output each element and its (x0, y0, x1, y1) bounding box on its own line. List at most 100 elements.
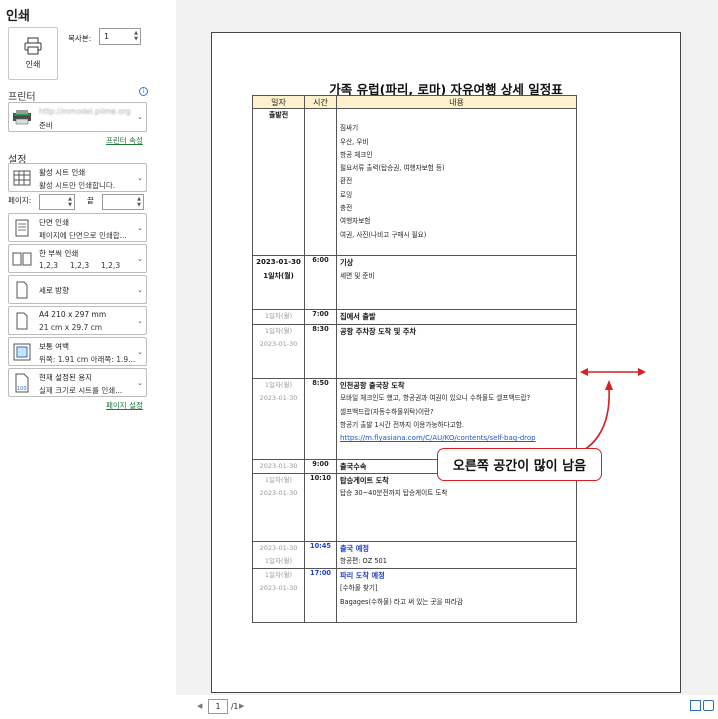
date-line: 1일차(월) (264, 476, 293, 485)
checklist-item: 여행자보험 (340, 217, 371, 226)
margins-select[interactable]: 보통 여백 위쪽: 1.91 cm 아래쪽: 1.9... ⌄ (8, 337, 147, 366)
print-what-subtitle: 활성 시트만 인쇄합니다. (39, 181, 116, 190)
item-line: 셀프백드랍(자동수하물위탁)이란? (340, 407, 434, 416)
paper-size-subtitle: 21 cm x 29.7 cm (39, 323, 103, 332)
date-cell: 1일차(월) 2023-01-30 (252, 323, 305, 379)
scaling-select[interactable]: 100 현재 설정된 용지 실제 크기로 시트를 인쇄... ⌄ (8, 368, 147, 397)
time-cell: 10:10 (304, 473, 337, 541)
printer-properties-link[interactable]: 프린터 속성 (106, 135, 143, 146)
time-cell: 8:50 (304, 377, 337, 460)
table-row: 출발전 짐싸기 우산, 우비 항공 체크인 필요서류 출력(탑승권, 여행자보험 등) 환… (252, 107, 577, 256)
sides-subtitle: 페이지에 단면으로 인쇄합... (39, 231, 127, 240)
printer-icon (24, 37, 42, 55)
date-line: 2023-01-30 (259, 461, 298, 470)
date-line-repeat (253, 432, 304, 445)
time-cell: 6:00 (304, 255, 337, 310)
printer-status: 준비 (39, 121, 53, 130)
chevron-down-icon: ⌄ (137, 173, 143, 182)
date-line: 1일차(월) (264, 380, 293, 389)
page-to-input[interactable]: ▲ ▼ (102, 194, 144, 210)
scaling-title: 현재 설정된 용지 (39, 373, 93, 382)
collate-select[interactable]: 한 부씩 인쇄 1,2,3 1,2,3 1,2,3 ⌄ (8, 244, 147, 273)
item-line: 모바일 체크인도 했고, 항공권과 여권이 있으니 수하물도 셀프백드랍? (340, 394, 531, 403)
item-line: 항공기 출발 1시간 전까지 이용가능하다고함. (340, 420, 464, 429)
print-what-select[interactable]: 활성 시트 인쇄 활성 시트만 인쇄합니다. ⌄ (8, 163, 147, 192)
print-settings-panel: 인쇄 인쇄 복사본: 1 ▲ ▼ 프린터 i http://mmodel.pilm… (0, 0, 156, 719)
collate-icon (12, 249, 32, 269)
zoom-to-page-icon[interactable] (703, 700, 714, 711)
chevron-down-icon: ⌄ (137, 378, 143, 387)
margins-subtitle: 위쪽: 1.91 cm 아래쪽: 1.9... (39, 355, 136, 364)
collate-title: 한 부씩 인쇄 (39, 249, 79, 258)
print-button[interactable]: 인쇄 (8, 27, 58, 80)
margins-title: 보통 여백 (39, 342, 69, 351)
date-line: 2023-01-30 (259, 584, 298, 593)
header-content: 내용 (336, 95, 577, 109)
date-line: 2023-01-30 (259, 543, 298, 552)
scaling-icon-text: 100 (17, 386, 27, 392)
header-time: 시간 (304, 95, 337, 109)
info-icon[interactable]: i (139, 87, 148, 96)
chevron-down-icon: ⌄ (137, 223, 143, 232)
orientation-select[interactable]: 세로 방향 ⌄ (8, 275, 147, 304)
date-line-repeat (253, 596, 304, 609)
item-line: 항공편: OZ 501 (340, 556, 387, 565)
printer-section-title: 프린터 (8, 92, 36, 103)
checklist-item: 여권, 사진(나비고 구매시 필요) (340, 230, 427, 239)
schedule-body: 출발전 짐싸기 우산, 우비 항공 체크인 필요서류 출력(탑승권, 여행자보험 등) 환… (252, 107, 577, 624)
date-line: 2023-01-30 (259, 394, 298, 403)
copies-value: 1 (104, 32, 110, 41)
orientation-title: 세로 방향 (39, 286, 69, 295)
date-cell: 2023-01-30 (252, 458, 305, 474)
item-line: Bagages(수하물) 라고 써 있는 곳을 따라감 (340, 597, 463, 606)
schedule-table: 일자 시간 내용 출발전 짐싸기 우산, 우비 항공 체크인 필요서류 출력(탑승권, … (252, 95, 577, 624)
paper-size-icon (12, 311, 32, 331)
checklist-item: 충전 (340, 204, 353, 213)
content-cell: 짐싸기 우산, 우비 항공 체크인 필요서류 출력(탑승권, 여행자보험 등) 환전 로밍… (336, 107, 577, 256)
table-row: 1일차(월) 2023-01-30 10:10 탑승게이트 도착 탑승 30~40분전까… (252, 473, 577, 541)
previous-page-icon[interactable]: ◀ (197, 702, 202, 710)
checklist-item: 필요서류 출력(탑승권, 여행자보험 등) (340, 164, 445, 173)
chevron-down-icon: ⌄ (137, 113, 143, 121)
printer-select[interactable]: http://mmodel.pilme.org 준비 ⌄ (8, 102, 147, 132)
date-cell: 1일차(월) 2023-01-30 (252, 377, 305, 460)
item-line: [수하물 찾기] (340, 584, 378, 593)
page-from-input[interactable]: ▲ ▼ (39, 194, 75, 210)
copies-spinner[interactable]: ▲ ▼ (134, 30, 138, 42)
table-header-row: 일자 시간 내용 (252, 95, 577, 109)
current-page-input[interactable]: 1 (208, 699, 228, 714)
date-line: 1일차(월) (264, 571, 293, 580)
printer-name: http://mmodel.pilme.org (39, 107, 131, 116)
date-cell: 1일차(월) (252, 309, 305, 325)
content-cell: 집에서 출발 (336, 309, 577, 325)
date-line-repeat (253, 419, 304, 432)
item-link[interactable]: https://m.flyasiana.com/C/AU/KO/contents… (340, 432, 576, 445)
item-heading: 기상 (340, 258, 354, 268)
item-heading: 집에서 출발 (340, 312, 376, 322)
date-line: 2023-01-30 (259, 340, 298, 349)
page-to-spinner[interactable]: ▲ ▼ (137, 196, 141, 208)
time-cell: 9:00 (304, 458, 337, 474)
copies-input[interactable]: 1 ▲ ▼ (99, 28, 141, 45)
time-cell: 7:00 (304, 309, 337, 325)
date-line: 2023-01-30 (259, 489, 298, 498)
page-from-spinner[interactable]: ▲ ▼ (68, 196, 72, 208)
scaling-icon: 100 (12, 373, 32, 393)
sides-select[interactable]: 단면 인쇄 페이지에 단면으로 인쇄합... ⌄ (8, 213, 147, 242)
item-heading: 파리 도착 예정 (340, 571, 385, 581)
pages-to-label: 끝 (87, 196, 94, 205)
show-margins-icon[interactable] (690, 700, 701, 711)
paper-size-select[interactable]: A4 210 x 297 mm 21 cm x 29.7 cm ⌄ (8, 306, 147, 335)
page-setup-link[interactable]: 페이지 설정 (106, 400, 143, 411)
date-line-repeat (253, 609, 304, 622)
printer-device-icon (12, 107, 32, 127)
time-cell: 8:30 (304, 323, 337, 379)
chevron-down-icon: ⌄ (137, 316, 143, 325)
next-page-icon[interactable]: ▶ (239, 702, 244, 710)
preview-navigation-bar: ◀ 1 /1 ▶ (176, 695, 718, 719)
